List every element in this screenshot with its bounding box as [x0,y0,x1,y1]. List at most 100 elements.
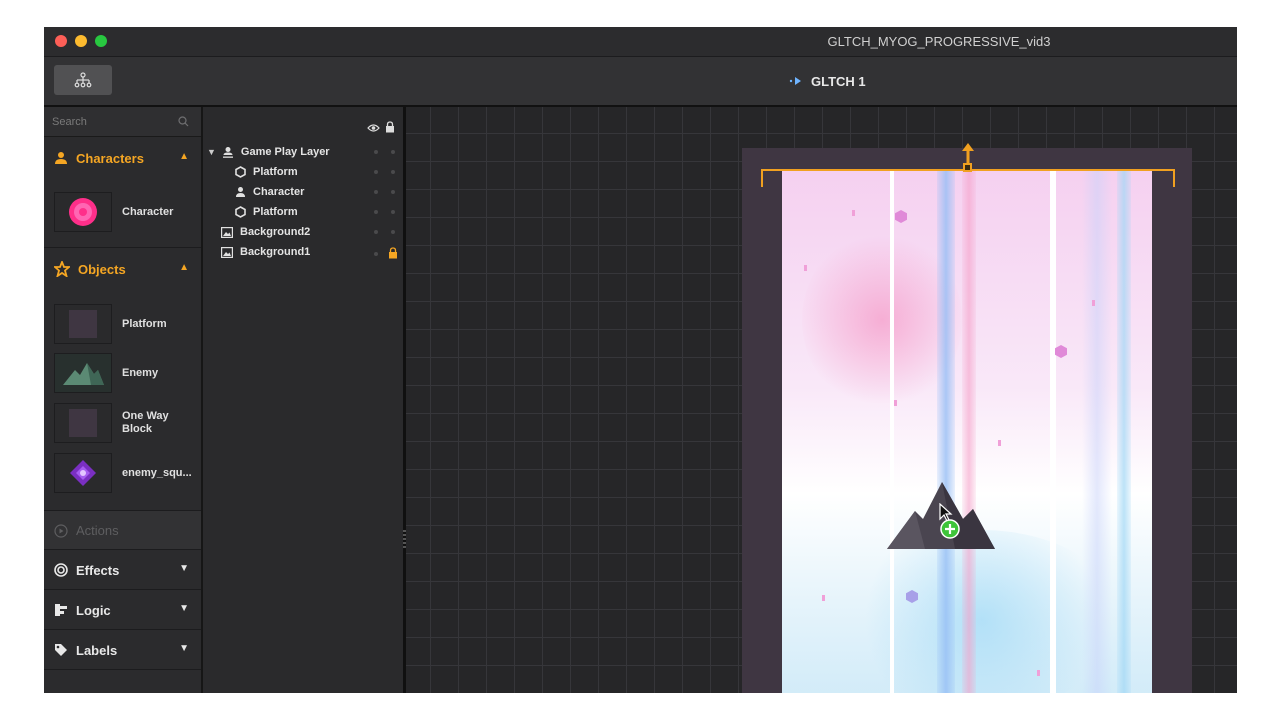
chevron-down-icon: ▼ [179,643,189,654]
light-beam [937,170,955,693]
layer-name: Background2 [240,226,311,238]
image-icon [221,246,233,258]
objects-section-header[interactable]: Objects ▲ [44,249,201,289]
one-way-block-thumbnail [54,403,112,443]
divider [44,669,201,670]
selection-handle[interactable] [963,163,972,172]
visibility-dot[interactable] [374,251,378,256]
particle [1037,670,1040,676]
visibility-dot[interactable] [374,190,378,194]
lock-dot[interactable] [391,230,395,234]
layer-toggles [374,230,395,234]
hierarchy-button[interactable] [54,65,112,95]
toolbar: GLTCH 1 [44,57,1237,107]
eye-icon[interactable] [367,123,380,133]
light-beam [1117,170,1131,693]
title-bar: GLTCH_MYOG_PROGRESSIVE_vid3 [44,27,1237,57]
particle [1092,300,1095,306]
chevron-up-icon: ▲ [179,262,189,273]
layer-row-platform[interactable]: Platform [203,162,403,182]
layer-row-character[interactable]: Character [203,182,403,202]
particle [998,440,1001,446]
labels-section-header[interactable]: Labels ▼ [44,630,201,670]
mountain-icon [63,363,104,385]
layer-toggles [374,247,398,259]
layer-row-platform[interactable]: Platform [203,202,403,222]
logic-label: Logic [76,602,111,618]
effects-section-header[interactable]: Effects ▼ [44,550,201,590]
actions-label: Actions [76,523,119,538]
visibility-dot[interactable] [374,210,378,214]
purple-diamond-icon [70,460,96,486]
light-beam [1082,170,1112,693]
asset-enemy[interactable]: Enemy [54,353,199,393]
person-icon [236,187,245,197]
person-icon [55,152,67,164]
lock-icon[interactable] [385,121,395,133]
asset-platform[interactable]: Platform [54,304,199,344]
visibility-dot[interactable] [374,170,378,174]
layers-panel: ▼ Game Play Layer Platform Character Pla… [203,107,406,693]
layer-row-background2[interactable]: Background2 [203,222,403,242]
asset-label: One Way Block [122,410,169,435]
actions-section-header[interactable]: Actions [44,510,201,550]
asset-one-way-block[interactable]: One Way Block [54,403,199,443]
particle [852,210,855,216]
add-copy-icon [940,519,960,539]
layer-row-background1[interactable]: Background1 [203,242,403,262]
layer-toggles [374,210,395,214]
chevron-down-icon: ▼ [179,563,189,574]
lock-dot[interactable] [391,150,395,154]
close-window-button[interactable] [55,35,67,47]
asset-enemy-squ[interactable]: enemy_squ... [54,453,199,493]
play-arrow-icon [789,77,801,85]
characters-section-header[interactable]: Characters ▲ [44,138,201,178]
app-window: GLTCH_MYOG_PROGRESSIVE_vid3 GLTCH 1 Sear… [44,27,1237,693]
blue-glow [842,530,1122,693]
spiral-icon [54,563,68,577]
background-image[interactable] [782,170,1152,693]
effects-label: Effects [76,562,120,578]
layer-name: Character [253,186,305,198]
lock-dot[interactable] [391,210,395,214]
scene-name: GLTCH 1 [811,73,866,89]
particle [894,400,897,406]
asset-label: Enemy [122,366,159,379]
objects-icon [54,261,70,277]
lock-dot[interactable] [391,170,395,174]
hex-particle [906,590,918,603]
search-input[interactable] [52,113,170,131]
asset-label: Platform [122,317,167,330]
objects-label: Objects [78,261,126,277]
visibility-dot[interactable] [374,230,378,234]
move-up-arrow-icon[interactable] [962,143,974,163]
asset-label: enemy_squ... [122,466,192,479]
lock-icon[interactable] [388,247,398,259]
minimize-window-button[interactable] [75,35,87,47]
hex-particle [895,210,907,223]
image-icon [221,226,233,238]
layer-row-game-play-layer[interactable]: ▼ Game Play Layer [203,142,403,162]
zoom-window-button[interactable] [95,35,107,47]
tag-icon [55,644,67,656]
lock-dot[interactable] [391,190,395,194]
asset-character[interactable]: Character [54,192,199,232]
logic-section-header[interactable]: Logic ▼ [44,590,201,630]
visibility-dot[interactable] [374,150,378,154]
chevron-down-icon[interactable]: ▼ [207,147,216,157]
enemy-squ-thumbnail [54,453,112,493]
square-icon [69,409,97,437]
chevron-up-icon: ▲ [179,151,189,162]
hexagon-icon [235,166,246,178]
layer-name: Background1 [240,246,311,258]
layer-toggles [374,170,395,174]
search-icon[interactable] [178,116,189,127]
scene-canvas[interactable] [406,107,1237,693]
window-title: GLTCH_MYOG_PROGRESSIVE_vid3 [827,34,1051,49]
asset-sidebar: Characters ▲ Character Objects ▲ [44,107,203,693]
hex-particle [1055,345,1067,358]
hierarchy-icon [74,72,92,88]
square-icon [69,310,97,338]
layer-name: Platform [253,166,298,178]
scene-breadcrumb[interactable]: GLTCH 1 [789,69,866,93]
